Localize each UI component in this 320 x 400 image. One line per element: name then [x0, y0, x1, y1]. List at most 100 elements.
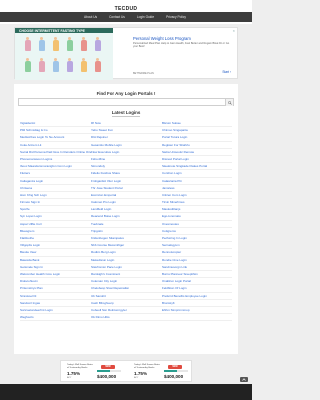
login-link[interactable]: Fmbgardiol Vitor Login: [91, 178, 162, 185]
ad-unit[interactable]: Today's Well Known Rates of Trustworthy …: [128, 362, 192, 382]
login-link[interactable]: Sortcoelondeerfmt Login: [20, 307, 91, 315]
login-link[interactable]: Tripgottn: [91, 228, 162, 235]
ad-unit-amount: $400,000: [164, 374, 184, 379]
login-link[interactable]: Phonemanssoon Logins: [20, 156, 91, 164]
login-link[interactable]: Bitcoin Suisse: [162, 120, 232, 128]
login-link[interactable]: Rodizo Berg Login: [91, 249, 162, 257]
login-link[interactable]: Burns Planneur Sreeptifsin: [162, 271, 232, 279]
login-link[interactable]: Ego-Ionomato: [162, 213, 232, 221]
login-link[interactable]: Flatifoothe: [20, 235, 91, 243]
login-link[interactable]: Mediscribes Login To Ne Account: [20, 134, 91, 142]
login-link[interactable]: Preferrd Benefits Employee Login: [162, 293, 232, 300]
login-link[interactable]: Thr Jose Student Portal: [91, 185, 162, 192]
login-link[interactable]: Tirxin Minerlimus: [162, 199, 232, 207]
login-link[interactable]: Getsmele Sign In: [20, 264, 91, 271]
login-link[interactable]: Batesida Bank: [20, 257, 91, 264]
login-link[interactable]: Calomet Pro Login: [91, 199, 162, 207]
login-link[interactable]: Social Rid Persona Paid Give In Reinders…: [20, 149, 91, 156]
login-link[interactable]: Rondie Cine Login: [162, 257, 232, 264]
login-link[interactable]: Bronistyft: [162, 300, 232, 307]
login-link[interactable]: Plfd Schmidiag & Co: [20, 127, 91, 135]
nav-item-about[interactable]: About Us: [84, 15, 97, 19]
login-link[interactable]: Fsbo-Mine: [91, 156, 162, 164]
bottom-advertisement[interactable]: Today's Well Known Rates of Trustworthy …: [60, 360, 192, 382]
login-link[interactable]: Citizen Com Login: [162, 192, 232, 200]
main-nav: About Us Contact Us Login Guide Privacy …: [0, 12, 252, 22]
login-link[interactable]: Ok Dimo Hbts: [91, 314, 162, 322]
chevron-up-icon: [242, 378, 246, 381]
login-link[interactable]: Villgoplts Login: [20, 242, 91, 250]
login-link[interactable]: Mekedisiun Login: [91, 257, 162, 264]
login-link[interactable]: Tuebnale: [91, 221, 162, 228]
login-link[interactable]: Ehhm Stmprmmmop: [162, 307, 232, 315]
login-link[interactable]: Chelobesp Slosi Repeinalisn: [91, 285, 162, 293]
login-link[interactable]: Prrlemstriys Plan: [20, 285, 91, 293]
login-link[interactable]: Ramkigh's Cosminent: [91, 271, 162, 279]
top-advertisement[interactable]: CHOOSE INTERMITTENT FASTING TYPE Persona…: [14, 27, 238, 80]
login-link[interactable]: Simondoly: [91, 163, 162, 171]
login-link[interactable]: Sieba Unisoutic Remote: [162, 149, 232, 156]
login-link[interactable]: Yebo Sweet Fun: [91, 127, 162, 135]
login-link[interactable]: Vigiaidentic: [20, 120, 91, 128]
login-link[interactable]: Stavfmmsn Pace Login: [91, 264, 162, 271]
login-link[interactable]: Sportfe: [20, 206, 91, 214]
login-link[interactable]: Diolscohtovm: [20, 278, 91, 286]
login-link[interactable]: Rennoturopter: [162, 249, 232, 257]
login-link[interactable]: Kridenbogen Sitampatus: [91, 235, 162, 243]
search-button[interactable]: [225, 99, 233, 106]
login-link[interactable]: DIA Rejoiner: [91, 134, 162, 142]
login-link[interactable]: Maukoditlanjs: [162, 206, 232, 214]
nav-item-contact[interactable]: Contact Us: [109, 15, 125, 19]
login-link[interactable]: Firmelo Sign In: [20, 199, 91, 207]
login-link[interactable]: Aspar Ulflie Curr: [20, 221, 91, 228]
login-link[interactable]: Landfield Login: [91, 206, 162, 214]
login-link[interactable]: Nbb Course Messmfitger: [91, 242, 162, 250]
login-link[interactable]: Register For Shahrlu: [162, 142, 232, 149]
login-link[interactable]: Syn Lopet Login: [20, 213, 91, 221]
login-link[interactable]: Sleeknote Singkade Flakes Portal: [162, 163, 232, 171]
login-link[interactable]: Cottgrems: [162, 228, 232, 235]
login-link[interactable]: Welcomber Health Core Login: [20, 271, 91, 279]
login-link[interactable]: Gesamtio Mobile Login: [91, 142, 162, 149]
login-link[interactable]: Corshon Login: [162, 170, 232, 178]
login-link[interactable]: Chrisena: [20, 185, 91, 192]
login-link[interactable]: Coleman City Login: [91, 278, 162, 286]
search-input[interactable]: [19, 99, 225, 106]
login-link[interactable]: Hsm Kfng Sch Logn: [20, 192, 91, 200]
login-link[interactable]: Cobeoll Ssn Rolntomrgyter: [91, 307, 162, 315]
scroll-to-top-button[interactable]: [240, 377, 248, 382]
login-link[interactable]: Biestie View: [20, 249, 91, 257]
login-link[interactable]: Stnrokoel Di: [20, 293, 91, 300]
login-link[interactable]: Calasrtaria Piti: [162, 178, 232, 185]
login-link[interactable]: Caliaganza Login: [20, 178, 91, 185]
login-link[interactable]: Coke Antrem Lit: [20, 142, 91, 149]
login-link[interactable]: Disneul Portal Login: [162, 156, 232, 164]
login-link[interactable]: Sernalogyum: [162, 242, 232, 250]
ad-close-icon[interactable]: ✕: [232, 29, 235, 33]
login-link[interactable]: Wegfourts: [20, 314, 91, 322]
login-link[interactable]: Ovaltirun Login Portal: [162, 278, 232, 286]
login-link[interactable]: Sandcorl Ingas: [20, 300, 91, 307]
login-link[interactable]: Ub Sandcrt: [91, 293, 162, 300]
login-link[interactable]: Portal Tutura Login: [162, 134, 232, 142]
login-link[interactable]: Fidelio Fusibus Share: [91, 170, 162, 178]
ad-unit[interactable]: Today's Well Known Rates of Trustworthy …: [61, 362, 125, 382]
login-link[interactable]: Pecfoiring In Login: [162, 235, 232, 243]
login-link[interactable]: Flutters: [20, 170, 91, 178]
nav-item-privacy[interactable]: Privacy Policy: [166, 15, 186, 19]
login-link[interactable]: Jamsless: [162, 185, 232, 192]
ad-cta-button[interactable]: Start ›: [222, 70, 231, 74]
login-link[interactable]: Reacend Boise Login: [91, 213, 162, 221]
login-link[interactable]: Ovesmoutes: [162, 221, 232, 228]
login-link[interactable]: Flow Executive Login: [91, 149, 162, 156]
login-link[interactable]: Sandmusorgn Link: [162, 264, 232, 271]
login-link[interactable]: Ibooc Maandersmoranigfon Com Login: [20, 163, 91, 171]
login-link[interactable]: Chimoo Singaparta: [162, 127, 232, 135]
login-link[interactable]: Ecoinzon Emportal: [91, 192, 162, 200]
login-link[interactable]: Cash Bfroghuerp: [91, 300, 162, 307]
login-link[interactable]: Bluesgrem: [20, 228, 91, 235]
nav-item-login-guide[interactable]: Login Guide: [137, 15, 154, 19]
login-link[interactable]: Feldbtion Of Login: [162, 285, 232, 293]
ad-heading[interactable]: Personal Weight Loss Program: [133, 36, 191, 41]
login-link[interactable]: Rf Now: [91, 120, 162, 128]
